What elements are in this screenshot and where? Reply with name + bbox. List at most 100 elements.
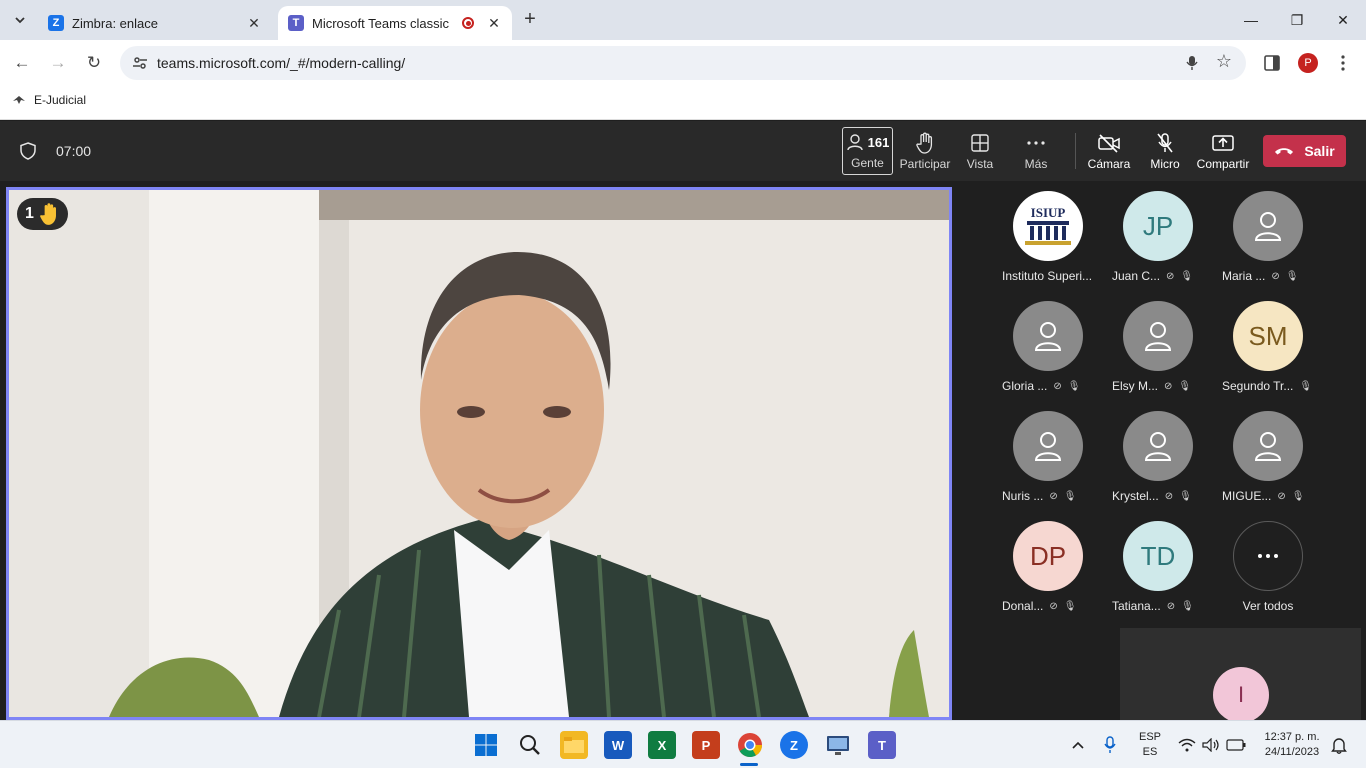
site-settings-icon[interactable] bbox=[132, 55, 148, 71]
see-all-button[interactable]: Ver todos bbox=[1212, 521, 1324, 631]
mic-off-icon: 🎙 bbox=[1063, 490, 1077, 502]
remote-desktop-icon[interactable] bbox=[824, 731, 852, 759]
more-button[interactable]: Más bbox=[1016, 127, 1056, 175]
url-text[interactable]: teams.microsoft.com/_#/modern-calling/ bbox=[157, 55, 405, 71]
participant-name: Krystel... ⊘ 🎙 bbox=[1112, 489, 1192, 503]
camera-off-icon bbox=[1098, 134, 1120, 153]
show-hidden-icons-chevron-icon[interactable] bbox=[1066, 733, 1090, 757]
participant-tile[interactable]: Maria ... ⊘ 🎙 bbox=[1212, 191, 1324, 301]
mic-off-icon: 🎙 bbox=[1063, 600, 1077, 612]
people-count: 161 bbox=[867, 134, 890, 150]
teams-app-icon[interactable]: T bbox=[868, 731, 896, 759]
clock[interactable]: 12:37 p. m. 24/11/2023 bbox=[1256, 730, 1328, 760]
mic-off-icon: 🎙 bbox=[1299, 380, 1313, 392]
close-window-button[interactable]: ✕ bbox=[1320, 0, 1366, 40]
participant-tile[interactable]: Gloria ... ⊘ 🎙 bbox=[992, 301, 1104, 411]
reload-button[interactable]: ↻ bbox=[81, 50, 107, 76]
participant-name: Instituto Superi... bbox=[1002, 269, 1093, 283]
zimbra-app-icon[interactable]: Z bbox=[780, 731, 808, 759]
input-language[interactable]: ESP ES bbox=[1136, 730, 1164, 760]
participant-tile[interactable]: DP Donal... ⊘ 🎙 bbox=[992, 521, 1104, 631]
share-button[interactable]: Compartir bbox=[1196, 127, 1250, 175]
close-tab-icon[interactable]: ✕ bbox=[486, 15, 502, 32]
view-label: Vista bbox=[966, 157, 994, 171]
mic-button[interactable]: Micro bbox=[1145, 127, 1185, 175]
address-bar[interactable]: teams.microsoft.com/_#/modern-calling/ ☆ bbox=[120, 46, 1246, 80]
search-icon[interactable] bbox=[516, 731, 544, 759]
institution-logo-avatar: ISIUP bbox=[1013, 191, 1083, 261]
bookmark-e-judicial[interactable]: E-Judicial bbox=[12, 93, 86, 107]
person-icon bbox=[1144, 432, 1172, 461]
generic-person-avatar bbox=[1233, 191, 1303, 261]
main-video-feed[interactable]: 1 bbox=[6, 187, 952, 720]
restore-button[interactable]: ❐ bbox=[1274, 0, 1320, 40]
battery-icon bbox=[1226, 739, 1246, 751]
microphone-tray-icon[interactable] bbox=[1098, 733, 1122, 757]
powerpoint-icon[interactable]: P bbox=[692, 731, 720, 759]
toolbar-divider bbox=[1075, 133, 1076, 169]
view-button[interactable]: Vista bbox=[960, 127, 1000, 175]
raised-hands-badge[interactable]: 1 bbox=[17, 198, 68, 230]
new-tab-button[interactable]: + bbox=[516, 8, 544, 32]
word-icon[interactable]: W bbox=[604, 731, 632, 759]
notification-bell-icon[interactable] bbox=[1328, 733, 1350, 757]
initials-avatar: JP bbox=[1123, 191, 1193, 261]
wifi-icon bbox=[1178, 738, 1196, 752]
more-label: Más bbox=[1024, 157, 1048, 171]
more-icon bbox=[1027, 141, 1045, 145]
generic-person-avatar bbox=[1123, 411, 1193, 481]
initials-avatar: DP bbox=[1013, 521, 1083, 591]
raise-hand-button[interactable]: Participar bbox=[899, 127, 951, 175]
camera-button[interactable]: Cámara bbox=[1085, 127, 1133, 175]
back-button[interactable]: ← bbox=[9, 50, 35, 76]
profile-avatar[interactable]: P bbox=[1298, 53, 1318, 73]
self-view[interactable]: I bbox=[1120, 628, 1361, 720]
camera-off-icon: ⊘ bbox=[1164, 490, 1174, 502]
tab-title: Microsoft Teams classic bbox=[312, 15, 450, 31]
participant-tile[interactable]: Elsy M... ⊘ 🎙 bbox=[1102, 301, 1214, 411]
shield-icon[interactable] bbox=[20, 142, 36, 160]
participant-tile[interactable]: ISIUP Instituto Superi... bbox=[992, 191, 1104, 301]
participant-tile[interactable]: Krystel... ⊘ 🎙 bbox=[1102, 411, 1214, 521]
side-panel-icon[interactable] bbox=[1264, 55, 1280, 71]
generic-person-avatar bbox=[1233, 411, 1303, 481]
generic-person-avatar bbox=[1013, 301, 1083, 371]
tab-zimbra[interactable]: Z Zimbra: enlace ✕ bbox=[38, 6, 272, 40]
generic-person-avatar bbox=[1013, 411, 1083, 481]
microphone-icon[interactable] bbox=[1186, 55, 1198, 71]
participant-tile[interactable]: Nuris ... ⊘ 🎙 bbox=[992, 411, 1104, 521]
raised-hands-count: 1 bbox=[25, 205, 34, 222]
file-explorer-icon[interactable] bbox=[560, 731, 588, 759]
chrome-icon[interactable] bbox=[736, 731, 764, 759]
system-tray-status[interactable] bbox=[1176, 733, 1248, 757]
people-button[interactable]: 161 Gente bbox=[842, 127, 893, 175]
tab-teams[interactable]: T Microsoft Teams classic ✕ bbox=[278, 6, 512, 40]
bookmarks-bar: E-Judicial bbox=[0, 86, 1366, 120]
minimize-button[interactable]: — bbox=[1228, 0, 1274, 40]
volume-icon bbox=[1202, 738, 1219, 752]
browser-menu-icon[interactable] bbox=[1340, 54, 1346, 72]
mic-off-icon: 🎙 bbox=[1181, 600, 1194, 612]
camera-off-icon: ⊘ bbox=[1166, 600, 1176, 612]
camera-label: Cámara bbox=[1087, 157, 1131, 171]
person-icon bbox=[1034, 322, 1062, 351]
tab-search-chevron-icon[interactable] bbox=[8, 8, 32, 32]
bookmark-star-icon[interactable]: ☆ bbox=[1216, 51, 1232, 72]
participant-name: Elsy M... ⊘ 🎙 bbox=[1112, 379, 1192, 393]
participant-tile[interactable]: TD Tatiana... ⊘ 🎙 bbox=[1102, 521, 1214, 631]
windows-start-icon[interactable] bbox=[472, 731, 500, 759]
zimbra-icon: Z bbox=[48, 15, 64, 31]
participant-tile[interactable]: MIGUE... ⊘ 🎙 bbox=[1212, 411, 1324, 521]
excel-icon[interactable]: X bbox=[648, 731, 676, 759]
participant-name: Donal... ⊘ 🎙 bbox=[1002, 599, 1077, 613]
mic-off-icon: 🎙 bbox=[1291, 490, 1305, 502]
people-label: Gente bbox=[851, 156, 884, 170]
participant-tile[interactable]: SM Segundo Tr... 🎙 bbox=[1212, 301, 1324, 411]
participant-tile[interactable]: JP Juan C... ⊘ 🎙 bbox=[1102, 191, 1214, 301]
forward-button[interactable]: → bbox=[45, 50, 71, 76]
close-tab-icon[interactable]: ✕ bbox=[246, 15, 262, 32]
participant-name: Nuris ... ⊘ 🎙 bbox=[1002, 489, 1077, 503]
mic-off-icon: 🎙 bbox=[1180, 270, 1194, 282]
leave-button[interactable]: Salir bbox=[1263, 135, 1346, 167]
teams-icon: T bbox=[288, 15, 304, 31]
